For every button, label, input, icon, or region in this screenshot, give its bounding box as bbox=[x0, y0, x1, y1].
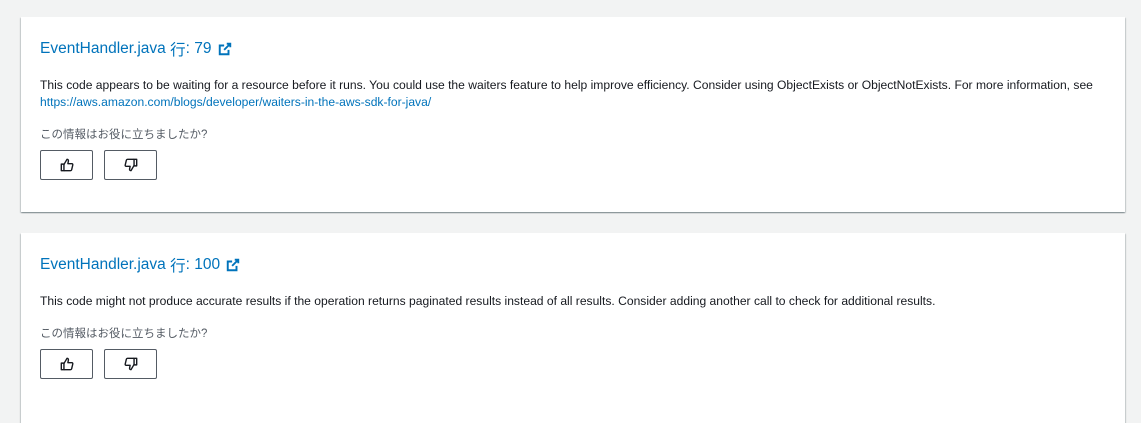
not-helpful-button[interactable] bbox=[104, 349, 157, 379]
external-link-icon bbox=[226, 258, 240, 272]
thumbs-down-icon bbox=[123, 357, 138, 371]
recommendation-description: This code might not produce accurate res… bbox=[40, 293, 1106, 310]
not-helpful-button[interactable] bbox=[104, 150, 157, 180]
line-number: 79 bbox=[194, 40, 212, 57]
waiters-doc-link[interactable]: https://aws.amazon.com/blogs/developer/w… bbox=[40, 95, 431, 109]
thumbs-down-icon bbox=[123, 158, 138, 172]
feedback-buttons bbox=[40, 349, 1106, 379]
file-line-link[interactable]: EventHandler.java 行 : 100 bbox=[40, 255, 1106, 275]
feedback-question: この情報はお役に立ちましたか? bbox=[40, 328, 208, 340]
external-link-icon bbox=[218, 42, 232, 56]
helpful-button[interactable] bbox=[40, 349, 93, 379]
helpful-button[interactable] bbox=[40, 150, 93, 180]
thumbs-up-icon bbox=[60, 158, 74, 172]
description-text: This code appears to be waiting for a re… bbox=[40, 78, 1093, 92]
line-label: 行 bbox=[170, 258, 186, 275]
file-line-link[interactable]: EventHandler.java 行 : 79 bbox=[40, 39, 1106, 59]
recommendation-card: EventHandler.java 行 : 100 This code migh… bbox=[21, 233, 1125, 423]
line-label: 行 bbox=[170, 42, 186, 59]
recommendation-description: This code appears to be waiting for a re… bbox=[40, 77, 1106, 111]
description-text: This code might not produce accurate res… bbox=[40, 294, 936, 308]
file-name: EventHandler.java bbox=[40, 40, 166, 57]
thumbs-up-icon bbox=[60, 357, 74, 371]
recommendation-card: EventHandler.java 行 : 79 This code appea… bbox=[21, 17, 1125, 212]
feedback-question: この情報はお役に立ちましたか? bbox=[40, 129, 208, 141]
feedback-buttons bbox=[40, 150, 1106, 180]
line-number: 100 bbox=[194, 256, 221, 273]
file-name: EventHandler.java bbox=[40, 256, 166, 273]
